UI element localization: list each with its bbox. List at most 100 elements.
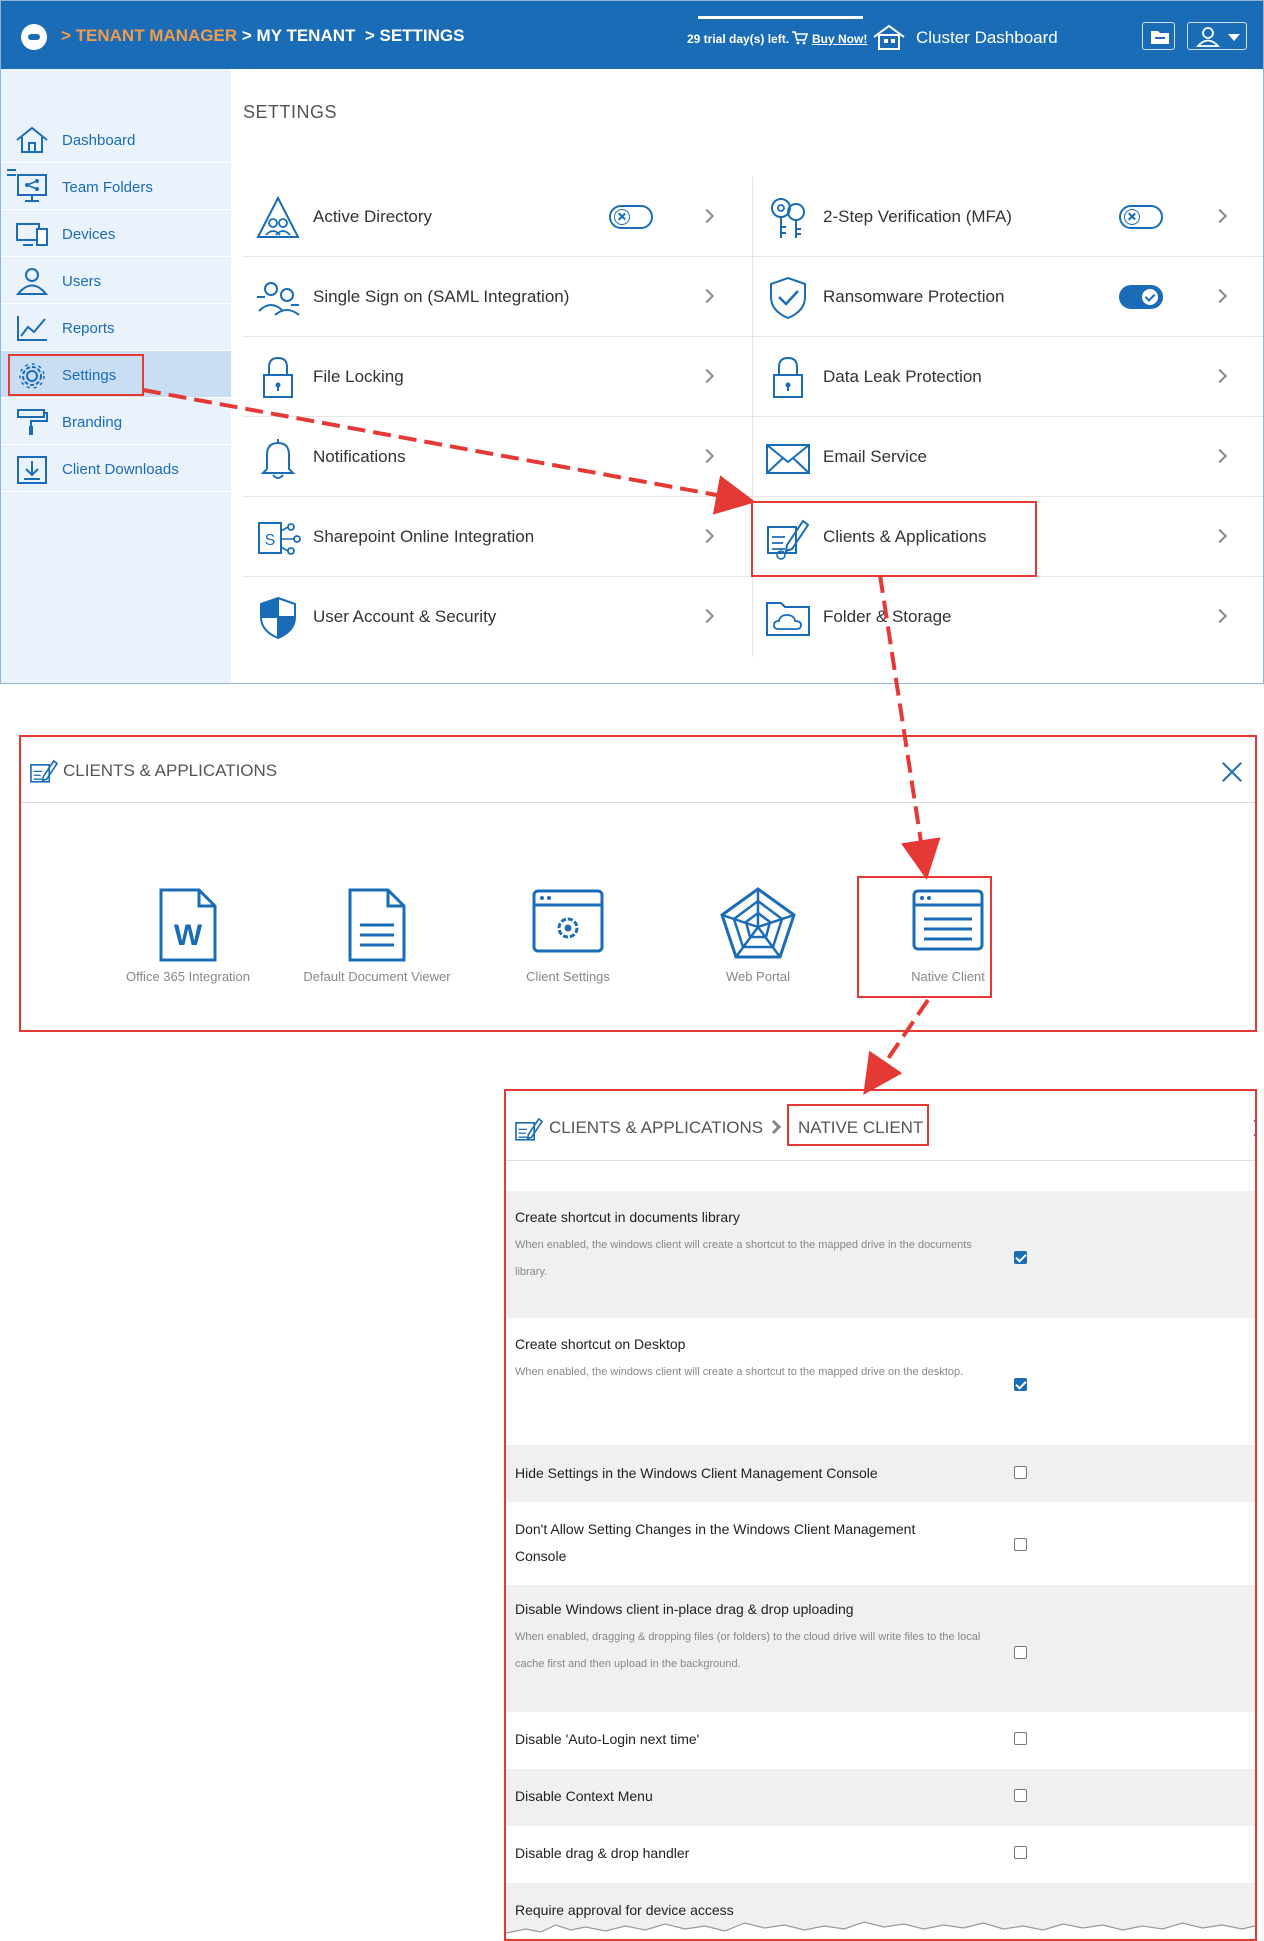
sidebar-item-label: Reports	[62, 320, 115, 337]
word-doc-icon: W	[159, 888, 217, 962]
setting-label: File Locking	[313, 367, 404, 386]
option-checkbox[interactable]	[1014, 1789, 1027, 1802]
clients-apps-icon	[515, 1117, 544, 1141]
folder-icon	[1151, 31, 1169, 44]
active-directory-toggle[interactable]	[609, 205, 653, 229]
settings-screen: > TENANT MANAGER > MY TENANT > SETTINGS …	[0, 0, 1264, 684]
tile-native-client[interactable]: Native Client	[863, 887, 1033, 997]
breadcrumb: > TENANT MANAGER > MY TENANT > SETTINGS	[61, 26, 465, 46]
web-portal-icon	[720, 887, 796, 959]
option-title: Don't Allow Setting Changes in the Windo…	[515, 1521, 916, 1564]
option-title: Disable 'Auto-Login next time'	[515, 1731, 700, 1747]
chevron-right-icon	[1212, 368, 1228, 384]
option-description: When enabled, the windows client will cr…	[515, 1366, 964, 1378]
buy-now-link[interactable]: Buy Now!	[812, 32, 867, 46]
trial-days-left: 29 trial day(s) left.	[687, 32, 790, 46]
breadcrumb-settings: > SETTINGS	[355, 26, 465, 45]
sidebar-item-reports[interactable]: Reports	[1, 304, 231, 351]
option-checkbox[interactable]	[1014, 1846, 1027, 1859]
gear-icon	[19, 363, 45, 389]
sidebar-item-label: Client Downloads	[62, 461, 179, 478]
setting-ransomware-protection[interactable]: Ransomware Protection	[753, 257, 1263, 337]
setting-label: Single Sign on (SAML Integration)	[313, 287, 570, 306]
chevron-right-icon	[1212, 288, 1228, 304]
sidebar-item-devices[interactable]: Devices	[1, 210, 231, 257]
option-title: Hide Settings in the Windows Client Mana…	[515, 1465, 878, 1481]
option-row: Disable drag & drop handler	[506, 1826, 1255, 1883]
sidebar-item-client-downloads[interactable]: Client Downloads	[1, 445, 231, 492]
cloud-logo-icon[interactable]	[21, 24, 47, 50]
setting-sso[interactable]: Single Sign on (SAML Integration)	[243, 257, 752, 337]
setting-file-locking[interactable]: File Locking	[243, 337, 752, 417]
sidebar-item-label: Team Folders	[62, 179, 153, 196]
setting-label: Email Service	[823, 447, 927, 466]
lock-icon	[773, 356, 803, 398]
option-checkbox[interactable]	[1014, 1646, 1027, 1659]
folder-button[interactable]	[1142, 22, 1175, 50]
sidebar-item-label: Dashboard	[62, 132, 136, 149]
option-checkbox[interactable]	[1014, 1251, 1027, 1264]
tile-office-365[interactable]: W Office 365 Integration	[103, 887, 273, 997]
option-row: Disable 'Auto-Login next time'	[506, 1712, 1255, 1769]
option-title: Disable drag & drop handler	[515, 1845, 690, 1861]
clients-apps-icon	[767, 519, 810, 560]
option-title: Disable Windows client in-place drag & d…	[515, 1601, 854, 1617]
sidebar-item-settings[interactable]: Settings	[1, 351, 231, 398]
sidebar-item-dashboard[interactable]: Dashboard	[1, 116, 231, 163]
option-checkbox[interactable]	[1014, 1538, 1027, 1551]
paint-roller-icon	[17, 409, 48, 435]
chevron-right-icon	[1212, 448, 1228, 464]
setting-2-step-verification[interactable]: 2-Step Verification (MFA)	[753, 177, 1263, 257]
user-menu-button[interactable]	[1187, 22, 1247, 50]
tile-label: Office 365 Integration	[125, 969, 251, 984]
setting-label: Data Leak Protection	[823, 367, 982, 386]
option-checkbox[interactable]	[1014, 1466, 1027, 1479]
page-title: SETTINGS	[243, 102, 338, 122]
chevron-right-icon	[699, 368, 715, 384]
tile-label: Client Settings	[526, 969, 610, 984]
option-checkbox[interactable]	[1014, 1732, 1027, 1745]
tile-label: Web Portal	[725, 969, 791, 984]
option-checkbox[interactable]	[1014, 1378, 1027, 1391]
chevron-right-icon[interactable]	[1246, 1119, 1255, 1137]
torn-edge	[506, 1921, 1255, 1939]
option-description: When enabled, dragging & dropping files …	[515, 1631, 981, 1670]
sidebar-item-label: Devices	[62, 226, 116, 243]
option-row: Don't Allow Setting Changes in the Windo…	[506, 1502, 1255, 1585]
breadcrumb-my-tenant[interactable]: > MY TENANT	[237, 26, 356, 45]
cluster-dashboard-link[interactable]: Cluster Dashboard	[916, 28, 1058, 48]
sidebar-item-branding[interactable]: Branding	[1, 398, 231, 445]
panel-header: CLIENTS & APPLICATIONS NATIVE CLIENT	[506, 1091, 1255, 1161]
home-icon	[16, 126, 48, 153]
reports-icon	[17, 316, 47, 341]
setting-data-leak-protection[interactable]: Data Leak Protection	[753, 337, 1263, 417]
native-client-panel: CLIENTS & APPLICATIONS NATIVE CLIENT Cre…	[504, 1089, 1257, 1941]
breadcrumb-tenant-manager[interactable]: > TENANT MANAGER	[61, 26, 237, 45]
sidebar-item-users[interactable]: Users	[1, 257, 231, 304]
breadcrumb-clients-applications[interactable]: CLIENTS & APPLICATIONS	[549, 1118, 763, 1138]
mfa-toggle[interactable]	[1119, 205, 1163, 229]
cluster-dashboard-icon[interactable]	[872, 23, 906, 51]
tile-web-portal[interactable]: Web Portal	[673, 887, 843, 997]
chevron-right-icon	[699, 528, 715, 544]
chevron-right-icon	[699, 208, 715, 224]
close-icon[interactable]	[1221, 761, 1243, 783]
setting-email-service[interactable]: Email Service	[753, 417, 1263, 497]
panel-title: CLIENTS & APPLICATIONS	[63, 761, 278, 780]
tile-client-settings[interactable]: Client Settings	[483, 887, 653, 997]
setting-active-directory[interactable]: Active Directory	[243, 177, 752, 257]
option-description: When enabled, the windows client will cr…	[515, 1239, 972, 1278]
setting-user-account-security[interactable]: User Account & Security	[243, 577, 752, 657]
setting-label: User Account & Security	[313, 607, 497, 626]
setting-folder-storage[interactable]: Folder & Storage	[753, 577, 1263, 657]
setting-notifications[interactable]: Notifications	[243, 417, 752, 497]
clients-apps-icon	[30, 759, 59, 783]
tile-default-document-viewer[interactable]: Default Document Viewer	[292, 887, 462, 997]
ransomware-toggle[interactable]	[1119, 285, 1163, 309]
setting-sharepoint[interactable]: S Sharepoint Online Integration	[243, 497, 752, 577]
sidebar-item-team-folders[interactable]: Team Folders	[1, 163, 231, 210]
team-folders-icon	[17, 174, 47, 202]
chevron-right-icon	[1212, 608, 1228, 624]
setting-clients-applications[interactable]: Clients & Applications	[753, 497, 1263, 577]
devices-icon	[16, 223, 48, 246]
